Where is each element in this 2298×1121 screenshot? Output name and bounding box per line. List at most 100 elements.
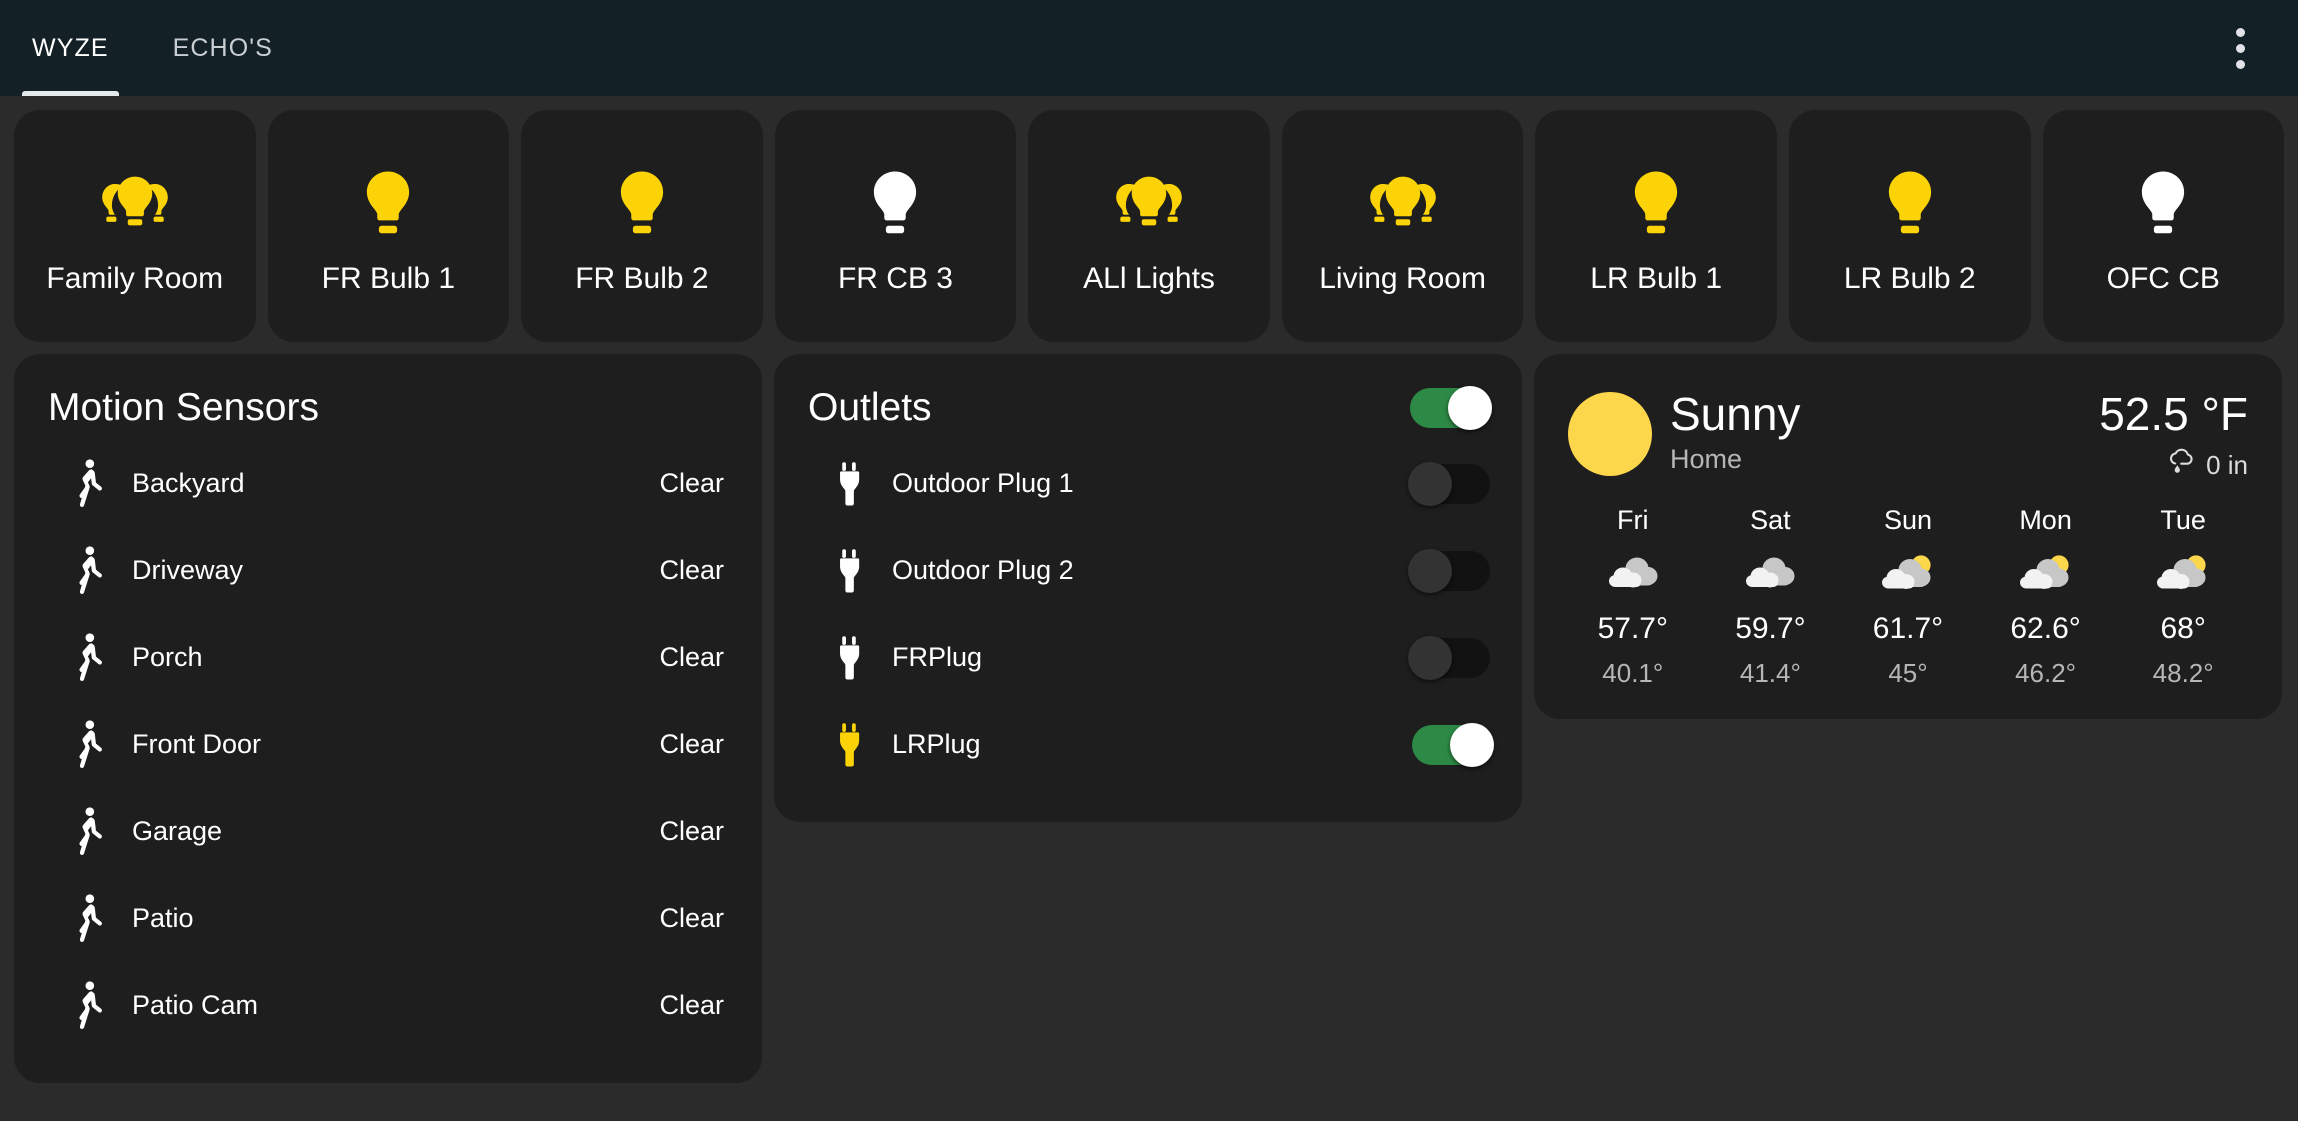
outlet-name: Outdoor Plug 1 [892, 468, 1074, 498]
forecast-day-label: Tue [2160, 505, 2206, 536]
motion-sensor-row[interactable]: Driveway Clear [46, 527, 730, 614]
forecast-day-label: Sat [1750, 505, 1791, 536]
motion-sensor-row[interactable]: Garage Clear [46, 788, 730, 875]
toggle-knob [1448, 386, 1492, 430]
motion-sensor-name: Front Door [132, 729, 262, 759]
walking-person-icon [46, 545, 132, 596]
forecast-day-label: Fri [1617, 505, 1649, 536]
forecast-day-label: Mon [2019, 505, 2072, 536]
forecast-day: Fri 57.7° 40.1° [1564, 505, 1702, 689]
more-vert-icon[interactable] [2210, 0, 2270, 96]
motion-sensor-name: Patio [132, 903, 194, 933]
light-tile-label: FR CB 3 [837, 262, 953, 295]
power-plug-icon [806, 635, 892, 681]
motion-sensor-row[interactable]: Patio Cam Clear [46, 962, 730, 1049]
light-tile[interactable]: LR Bulb 1 [1535, 110, 1777, 342]
toggle-knob [1408, 461, 1452, 506]
motion-sensor-row[interactable]: Patio Clear [46, 875, 730, 962]
motion-sensor-row[interactable]: Backyard Clear [46, 440, 730, 527]
forecast-low: 48.2° [2152, 658, 2214, 689]
forecast-low: 46.2° [2015, 658, 2077, 689]
outlets-title: Outlets [808, 386, 932, 429]
outlet-row[interactable]: Outdoor Plug 1 [806, 440, 1490, 527]
light-tile[interactable]: ALl Lights [1028, 110, 1270, 342]
light-tile-label: LR Bulb 2 [1843, 262, 1976, 295]
walking-person-icon [46, 719, 132, 770]
lightbulb-icon [2124, 156, 2202, 252]
toggle-knob [1408, 635, 1452, 680]
power-plug-icon [806, 722, 892, 768]
forecast-day: Sat 59.7° 41.4° [1702, 505, 1840, 689]
light-tile-label: Living Room [1319, 262, 1486, 295]
forecast-high: 57.7° [1597, 612, 1668, 646]
light-tile[interactable]: OFC CB [2042, 110, 2285, 342]
motion-sensor-status: Clear [659, 903, 724, 933]
tab-wyze-label: WYZE [32, 33, 109, 62]
partly-cloudy-icon [1877, 548, 1939, 600]
rain-cloud-icon [2167, 448, 2197, 483]
light-tile[interactable]: Family Room [14, 110, 256, 342]
outlets-master-toggle[interactable] [1410, 386, 1492, 430]
toggle-knob [1450, 722, 1494, 767]
light-tile[interactable]: FR Bulb 2 [521, 110, 763, 342]
light-tile[interactable]: FR Bulb 1 [267, 110, 510, 342]
weather-condition: Sunny [1670, 388, 1801, 440]
forecast-high: 59.7° [1735, 612, 1806, 646]
tab-echos-label: ECHO'S [172, 33, 273, 62]
motion-sensor-name: Garage [132, 816, 223, 846]
outlet-name: FRPlug [892, 642, 983, 672]
outlet-toggle[interactable] [1408, 461, 1490, 506]
partly-cloudy-icon [2152, 548, 2214, 600]
walking-person-icon [46, 806, 132, 857]
forecast-low: 45° [1888, 658, 1928, 689]
lightbulb-icon [1871, 156, 1949, 252]
light-group-icon [94, 156, 176, 252]
weather-panel[interactable]: Sunny Home 52.5 °F 0 in Fri 57.7° 40.1° … [1534, 354, 2282, 720]
motion-sensors-title: Motion Sensors [48, 386, 319, 429]
motion-sensor-name: Backyard [132, 468, 245, 498]
weather-precipitation-row: 0 in [2099, 448, 2248, 483]
outlet-row[interactable]: LRPlug [806, 701, 1494, 788]
motion-sensors-header: Motion Sensors [46, 382, 730, 440]
walking-person-icon [46, 893, 132, 944]
tab-echos[interactable]: ECHO'S [141, 0, 305, 96]
weather-current: Sunny Home 52.5 °F 0 in [1564, 378, 2252, 487]
motion-sensor-status: Clear [659, 729, 724, 759]
outlet-row[interactable]: Outdoor Plug 2 [806, 527, 1490, 614]
outlet-toggle[interactable] [1408, 548, 1490, 593]
light-group-icon [1362, 156, 1444, 252]
forecast-day-label: Sun [1883, 505, 1932, 536]
motion-sensor-name: Patio Cam [132, 990, 259, 1020]
light-tile[interactable]: LR Bulb 2 [1788, 110, 2031, 342]
more-vert-dot [2235, 43, 2245, 53]
walking-person-icon [46, 632, 132, 683]
motion-sensor-status: Clear [659, 642, 724, 672]
light-tile[interactable]: Living Room [1281, 110, 1524, 342]
weather-precipitation-value: 0 in [2206, 450, 2248, 481]
light-tile[interactable]: FR CB 3 [774, 110, 1017, 342]
outlets-header: Outlets [806, 382, 1492, 440]
outlets-panel: Outlets Outdoor Plug 1 Outdoor Plug 2 FR… [774, 354, 1522, 822]
cloudy-icon [1741, 548, 1799, 600]
motion-sensor-status: Clear [659, 816, 724, 846]
outlet-toggle[interactable] [1412, 722, 1494, 767]
forecast-day: Mon 62.6° 46.2° [1977, 505, 2115, 689]
sun-icon [1568, 392, 1652, 476]
outlets-list: Outdoor Plug 1 Outdoor Plug 2 FRPlug LRP… [806, 440, 1494, 788]
light-tile-label: LR Bulb 1 [1590, 262, 1723, 295]
forecast-low: 41.4° [1739, 658, 1801, 689]
motion-sensor-status: Clear [659, 468, 724, 498]
outlet-row[interactable]: FRPlug [806, 614, 1490, 701]
cloudy-icon [1604, 548, 1662, 600]
outlet-toggle[interactable] [1408, 635, 1490, 680]
partly-cloudy-icon [2015, 548, 2077, 600]
motion-sensor-name: Porch [132, 642, 203, 672]
motion-sensor-row[interactable]: Porch Clear [46, 614, 730, 701]
lightbulb-icon [1617, 156, 1695, 252]
tab-wyze[interactable]: WYZE [0, 0, 141, 96]
motion-sensor-row[interactable]: Front Door Clear [46, 701, 730, 788]
weather-current-temp: 52.5 °F [2099, 388, 2248, 440]
light-tile-label: FR Bulb 2 [575, 262, 709, 295]
lightbulb-icon [349, 156, 427, 252]
weather-readings: 52.5 °F 0 in [2099, 388, 2248, 483]
